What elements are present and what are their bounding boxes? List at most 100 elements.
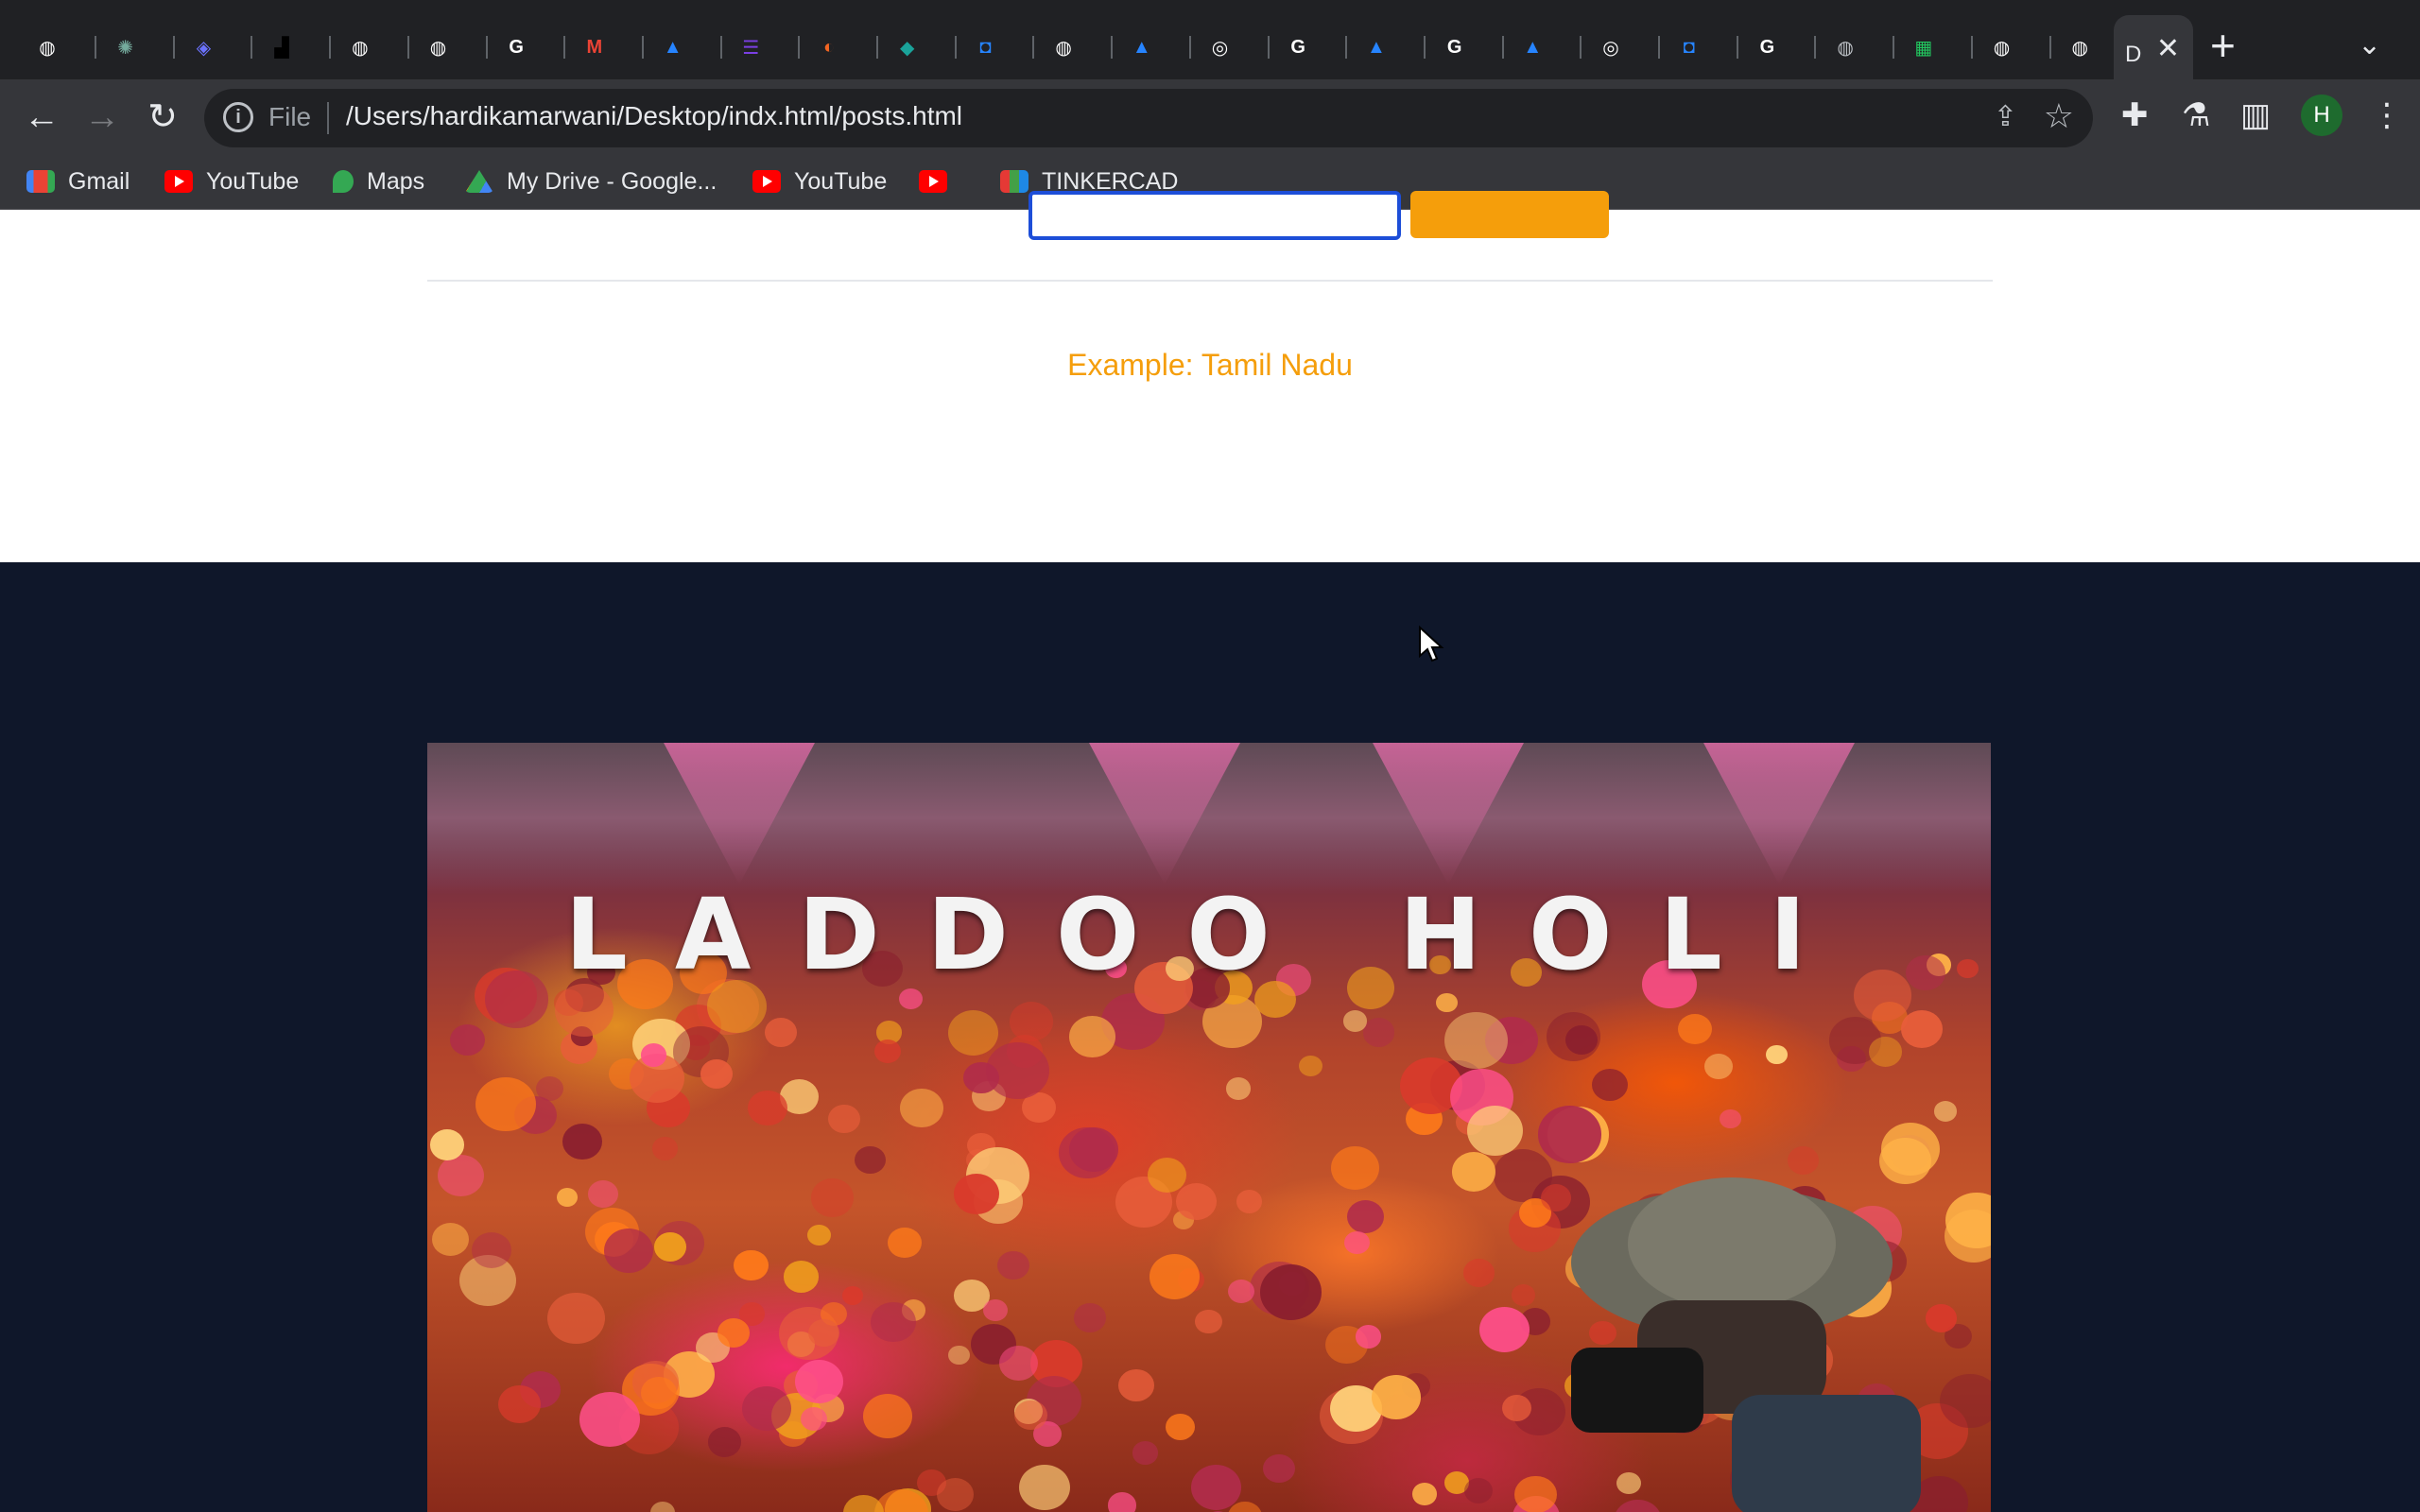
reload-button[interactable]: ↻ xyxy=(140,94,185,140)
google-icon: G xyxy=(1290,36,1305,58)
bookmark-label: YouTube xyxy=(794,167,888,195)
google-icon: G xyxy=(509,36,524,58)
bookmark-item[interactable]: YouTube xyxy=(752,164,887,198)
sheets-icon: ▦ xyxy=(1914,37,1933,59)
browser-tab[interactable]: ▟ xyxy=(253,15,332,79)
browser-tab[interactable]: G xyxy=(1738,15,1817,79)
browser-tab[interactable]: ▲ xyxy=(1348,15,1426,79)
tab-separator xyxy=(1111,36,1114,59)
browser-tab[interactable]: ◘ xyxy=(1661,15,1738,79)
crowd-blob xyxy=(1331,1146,1380,1190)
browser-tab[interactable]: M xyxy=(566,15,644,79)
state-search-input[interactable] xyxy=(1028,191,1401,240)
crowd-blob xyxy=(1371,1374,1422,1419)
crowd-blob xyxy=(547,1292,605,1345)
tab-separator xyxy=(1423,36,1426,59)
browser-tab[interactable]: ▲ xyxy=(645,15,722,79)
youtube-icon xyxy=(164,170,193,193)
browser-tab[interactable]: ▲ xyxy=(1504,15,1582,79)
browser-tab[interactable]: G xyxy=(1426,15,1504,79)
bookmark-item[interactable]: Gmail xyxy=(26,164,130,198)
crowd-blob xyxy=(888,1228,922,1259)
crowd-blob xyxy=(1868,1036,1903,1067)
crowd-blob xyxy=(587,1179,619,1208)
crowd-blob xyxy=(1018,1464,1070,1510)
kebab-menu-icon[interactable]: ⋮ xyxy=(2371,96,2403,134)
search-button[interactable] xyxy=(1410,191,1609,238)
crowd-blob xyxy=(1343,1010,1367,1032)
bookmark-item[interactable]: Maps xyxy=(333,164,424,198)
browser-tab[interactable]: G xyxy=(488,15,566,79)
browser-tab[interactable]: ✺ xyxy=(97,15,175,79)
tab-separator xyxy=(1267,36,1270,59)
side-panel-icon[interactable]: ▥ xyxy=(2240,96,2271,134)
globe-icon: ◍ xyxy=(352,37,369,59)
new-tab-button[interactable]: + xyxy=(2210,23,2236,68)
browser-tab[interactable]: ☰ xyxy=(722,15,801,79)
browser-tab[interactable]: ◍ xyxy=(410,15,488,79)
bookmark-star-icon[interactable]: ☆ xyxy=(2044,96,2074,136)
crowd-blob xyxy=(947,1009,999,1057)
tab-separator xyxy=(1580,36,1582,59)
crowd-blob xyxy=(1148,1158,1187,1194)
crowd-blob xyxy=(1263,1453,1295,1483)
crowd-blob xyxy=(1591,1069,1628,1102)
crowd-blob xyxy=(1463,1477,1494,1504)
bookmark-item[interactable]: YouTube xyxy=(164,164,299,198)
tab-separator xyxy=(2048,36,2051,59)
crowd-blob xyxy=(1132,1441,1158,1465)
tab-separator xyxy=(954,36,957,59)
bookmark-item[interactable] xyxy=(919,164,960,198)
browser-tab[interactable]: ▦ xyxy=(1895,15,1973,79)
crowd-blob xyxy=(1346,1199,1384,1234)
browser-tab[interactable]: ▲ xyxy=(1114,15,1191,79)
extensions-puzzle-icon[interactable]: ✚ xyxy=(2121,96,2149,134)
browser-tab[interactable]: ◆ xyxy=(879,15,957,79)
browser-tab[interactable]: ◎ xyxy=(1582,15,1660,79)
search-section: Example: Tamil Nadu xyxy=(0,191,2420,562)
scheme-label: File xyxy=(268,102,312,131)
browser-tab[interactable]: ◎ xyxy=(1192,15,1270,79)
browser-tab[interactable]: ◐ xyxy=(801,15,878,79)
browser-tab[interactable]: ◘ xyxy=(957,15,1035,79)
browser-tab[interactable]: G xyxy=(1270,15,1348,79)
tab-search-chevron-icon[interactable]: ⌄ xyxy=(2358,28,2381,61)
crowd-blob xyxy=(1933,1100,1958,1122)
gmail-icon xyxy=(26,170,55,193)
unsplash-icon: ▟ xyxy=(274,37,289,59)
crowd-blob xyxy=(1478,1307,1530,1352)
post-hero-image[interactable]: LADDOO HOLI xyxy=(427,743,1991,1512)
crowd-blob xyxy=(1228,1280,1255,1304)
crowd-blob xyxy=(1298,1056,1322,1077)
crowd-blob xyxy=(811,1178,855,1218)
share-icon[interactable]: ⇪ xyxy=(1994,100,2017,133)
atlassian-icon: ▲ xyxy=(1523,36,1543,58)
browser-tab[interactable]: ◍ xyxy=(1974,15,2051,79)
browser-tab[interactable]: ◍ xyxy=(1035,15,1114,79)
crowd-blob xyxy=(1501,1394,1531,1422)
address-bar[interactable]: i File /Users/hardikamarwani/Desktop/ind… xyxy=(204,89,2093,147)
crowd-blob xyxy=(1165,1413,1195,1440)
globe-icon: ◍ xyxy=(2071,37,2088,59)
site-info-icon[interactable]: i xyxy=(223,102,253,132)
browser-tab[interactable]: ◍ xyxy=(19,15,96,79)
browser-tab[interactable]: ◍ xyxy=(332,15,409,79)
crowd-blob xyxy=(1436,992,1458,1012)
bookmark-label: YouTube xyxy=(206,167,300,195)
tab-separator xyxy=(1970,36,1973,59)
profile-avatar[interactable]: H xyxy=(2301,94,2342,136)
browser-tab[interactable]: ◈ xyxy=(175,15,253,79)
crowd-blob xyxy=(498,1385,541,1424)
crowd-blob xyxy=(1466,1105,1523,1156)
close-tab-icon[interactable]: ✕ xyxy=(2156,32,2180,65)
url-text[interactable]: /Users/hardikamarwani/Desktop/indx.html/… xyxy=(346,101,962,131)
chrome-icon: ◎ xyxy=(1602,37,1619,59)
forward-button[interactable]: → xyxy=(79,94,125,140)
bookmark-item[interactable]: My Drive - Google... xyxy=(465,164,717,198)
browser-tab[interactable]: ◍ xyxy=(1817,15,1895,79)
back-button[interactable]: ← xyxy=(19,94,64,140)
labs-flask-icon[interactable]: ⚗ xyxy=(2182,96,2210,134)
globe-icon: ◍ xyxy=(1993,37,2011,59)
mouse-cursor-icon xyxy=(1419,626,1444,662)
crowd-blob xyxy=(449,1023,485,1057)
